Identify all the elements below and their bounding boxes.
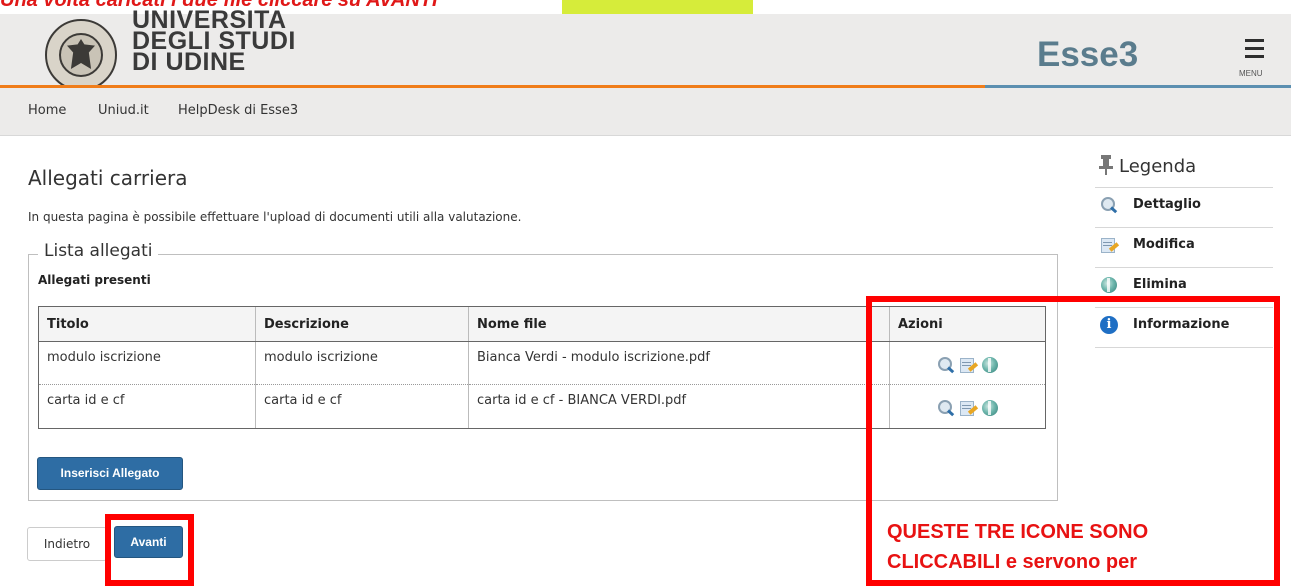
app-name: Esse3 <box>1037 35 1139 74</box>
nav-helpdesk[interactable]: HelpDesk di Esse3 <box>178 103 298 118</box>
top-nav: Home Uniud.it HelpDesk di Esse3 <box>0 88 1291 136</box>
university-logo-text[interactable]: UNIVERSITA DEGLI STUDI DI UDINE <box>132 8 296 76</box>
legend-title: Legenda <box>1119 156 1197 177</box>
legend-item-modifica: Modifica <box>1095 227 1273 267</box>
fieldset-legend: Lista allegati <box>38 241 159 261</box>
page-title: Allegati carriera <box>28 166 188 190</box>
page-description: In questa pagina è possibile effettuare … <box>28 210 522 224</box>
site-header: UNIVERSITA DEGLI STUDI DI UDINE Esse3 ME… <box>0 8 1291 91</box>
section-subheading: Allegati presenti <box>38 273 151 287</box>
legend-item-dettaglio: Dettaglio <box>1095 187 1273 227</box>
cell-nome-file: Bianca Verdi - modulo iscrizione.pdf <box>468 341 890 385</box>
menu-label: MENU <box>1239 69 1263 78</box>
hamburger-icon <box>1245 39 1264 42</box>
annotation-bottom-text: QUESTE TRE ICONE SONO CLICCABILI e servo… <box>887 517 1148 577</box>
nav-uniud[interactable]: Uniud.it <box>98 103 149 118</box>
edit-icon <box>1100 236 1120 254</box>
menu-button[interactable]: MENU <box>1237 36 1275 78</box>
magnifier-icon <box>1100 196 1118 214</box>
column-header-nome-file: Nome file <box>468 306 890 342</box>
annotation-highlight <box>562 0 753 14</box>
column-header-descrizione: Descrizione <box>255 306 469 342</box>
column-header-titolo: Titolo <box>38 306 256 342</box>
nav-home[interactable]: Home <box>28 103 66 118</box>
back-button[interactable]: Indietro <box>27 527 107 561</box>
logo-line: DI UDINE <box>132 48 246 76</box>
legend-label: Dettaglio <box>1133 197 1201 212</box>
pin-icon <box>1099 155 1113 175</box>
annotation-line: QUESTE TRE ICONE SONO <box>887 521 1149 543</box>
annotation-box-next <box>105 514 194 586</box>
cell-titolo: carta id e cf <box>38 384 256 429</box>
cell-descrizione: modulo iscrizione <box>255 341 469 385</box>
delete-icon <box>1100 276 1118 294</box>
legend-label: Elimina <box>1133 277 1187 292</box>
university-seal-logo <box>45 19 117 91</box>
cell-titolo: modulo iscrizione <box>38 341 256 385</box>
cell-nome-file: carta id e cf - BIANCA VERDI.pdf <box>468 384 890 429</box>
cell-descrizione: carta id e cf <box>255 384 469 429</box>
legend-label: Modifica <box>1133 237 1195 252</box>
insert-attachment-button[interactable]: Inserisci Allegato <box>37 457 183 490</box>
